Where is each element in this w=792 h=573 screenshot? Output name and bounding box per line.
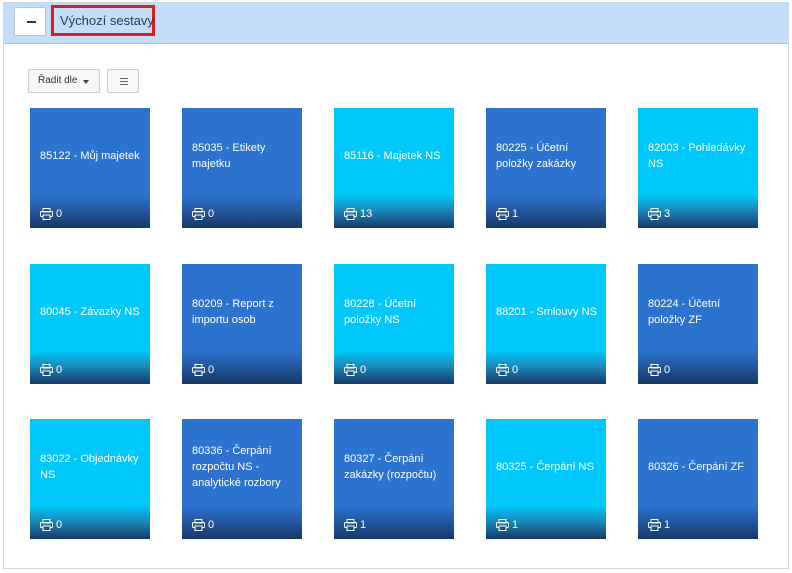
report-tile[interactable]: 80327 - Čerpání zakázky (rozpočtu) 1 [334, 419, 454, 539]
print-count-value: 0 [56, 364, 63, 376]
reports-panel: Výchozí sestavy Řadit dle 85122 - Můj ma… [3, 2, 789, 569]
print-count: 0 [192, 207, 214, 221]
print-count: 1 [496, 518, 518, 532]
printer-icon [648, 208, 661, 220]
printer-icon [344, 364, 357, 376]
report-tile[interactable]: 82003 - Pohledávky NS 3 [638, 108, 758, 228]
collapse-button[interactable] [14, 7, 46, 36]
print-count: 0 [40, 207, 62, 221]
report-tile[interactable]: 80225 - Účetní položky zakázky 1 [486, 108, 606, 228]
report-tile-label: 82003 - Pohledávky NS [648, 142, 746, 170]
panel-title: Výchozí sestavy [51, 5, 155, 36]
report-tile[interactable]: 80336 - Čerpání rozpočtu NS - analytické… [182, 419, 302, 539]
report-tile-label: 80209 - Report z importu osob [192, 298, 274, 326]
print-count: 3 [648, 207, 670, 221]
print-count-value: 0 [360, 364, 367, 376]
report-tile-label: 80325 - Čerpání NS [496, 461, 594, 473]
printer-icon [192, 364, 205, 376]
print-count: 0 [40, 518, 62, 532]
printer-icon [344, 519, 357, 531]
report-tile[interactable]: 80325 - Čerpání NS 1 [486, 419, 606, 539]
report-tile-label: 83022 - Objednávky NS [40, 453, 139, 481]
report-tile[interactable]: 80224 - Účetní položky ZF 0 [638, 264, 758, 384]
print-count-value: 1 [664, 519, 671, 531]
report-tile[interactable]: 88201 - Smlouvy NS 0 [486, 264, 606, 384]
print-count: 0 [344, 363, 366, 377]
list-view-button[interactable] [107, 69, 139, 93]
report-tile[interactable]: 85122 - Můj majetek 0 [30, 108, 150, 228]
sort-dropdown[interactable]: Řadit dle [28, 69, 100, 93]
report-tile-label: 80045 - Závazky NS [40, 306, 140, 318]
printer-icon [40, 364, 53, 376]
printer-icon [496, 208, 509, 220]
report-tile-label: 85122 - Můj majetek [40, 150, 140, 162]
printer-icon [40, 519, 53, 531]
report-tile-label: 88201 - Smlouvy NS [496, 306, 597, 318]
printer-icon [648, 364, 661, 376]
print-count: 1 [496, 207, 518, 221]
print-count-value: 0 [56, 519, 63, 531]
report-tile-label: 80228 - Účetní položky NS [344, 298, 417, 326]
print-count-value: 0 [664, 364, 671, 376]
print-count-value: 0 [56, 208, 63, 220]
print-count: 0 [192, 363, 214, 377]
panel-header: Výchozí sestavy [4, 3, 788, 44]
report-tile-label: 80225 - Účetní položky zakázky [496, 142, 577, 170]
report-tile-label: 80326 - Čerpání ZF [648, 461, 744, 473]
printer-icon [496, 364, 509, 376]
printer-icon [648, 519, 661, 531]
print-count: 0 [40, 363, 62, 377]
sort-label: Řadit dle [38, 75, 78, 86]
minus-icon [27, 21, 36, 23]
print-count: 0 [496, 363, 518, 377]
report-tile-label: 80336 - Čerpání rozpočtu NS - analytické… [192, 445, 281, 489]
print-count-value: 1 [360, 519, 367, 531]
printer-icon [192, 519, 205, 531]
report-tile[interactable]: 80228 - Účetní položky NS 0 [334, 264, 454, 384]
report-tile[interactable]: 80045 - Závazky NS 0 [30, 264, 150, 384]
caret-down-icon [83, 80, 89, 84]
print-count: 0 [648, 363, 670, 377]
print-count-value: 0 [208, 208, 215, 220]
report-tile-label: 85116 - Majetek NS [344, 150, 441, 162]
print-count: 0 [192, 518, 214, 532]
report-tile[interactable]: 85116 - Majetek NS 13 [334, 108, 454, 228]
print-count: 1 [648, 518, 670, 532]
printer-icon [344, 208, 357, 220]
printer-icon [40, 208, 53, 220]
list-icon [120, 78, 128, 85]
report-tile-label: 80327 - Čerpání zakázky (rozpočtu) [344, 453, 437, 481]
report-tile[interactable]: 80209 - Report z importu osob 0 [182, 264, 302, 384]
print-count-value: 0 [208, 519, 215, 531]
print-count-value: 13 [360, 208, 373, 220]
print-count-value: 1 [512, 208, 519, 220]
print-count-value: 3 [664, 208, 671, 220]
report-tile-label: 80224 - Účetní položky ZF [648, 298, 721, 326]
printer-icon [192, 208, 205, 220]
print-count-value: 0 [512, 364, 519, 376]
report-tile-label: 85035 - Etikety majetku [192, 142, 266, 170]
report-tile[interactable]: 80326 - Čerpání ZF 1 [638, 419, 758, 539]
printer-icon [496, 519, 509, 531]
print-count-value: 1 [512, 519, 519, 531]
report-tile[interactable]: 83022 - Objednávky NS 0 [30, 419, 150, 539]
report-tile[interactable]: 85035 - Etikety majetku 0 [182, 108, 302, 228]
print-count: 13 [344, 207, 372, 221]
print-count-value: 0 [208, 364, 215, 376]
print-count: 1 [344, 518, 366, 532]
